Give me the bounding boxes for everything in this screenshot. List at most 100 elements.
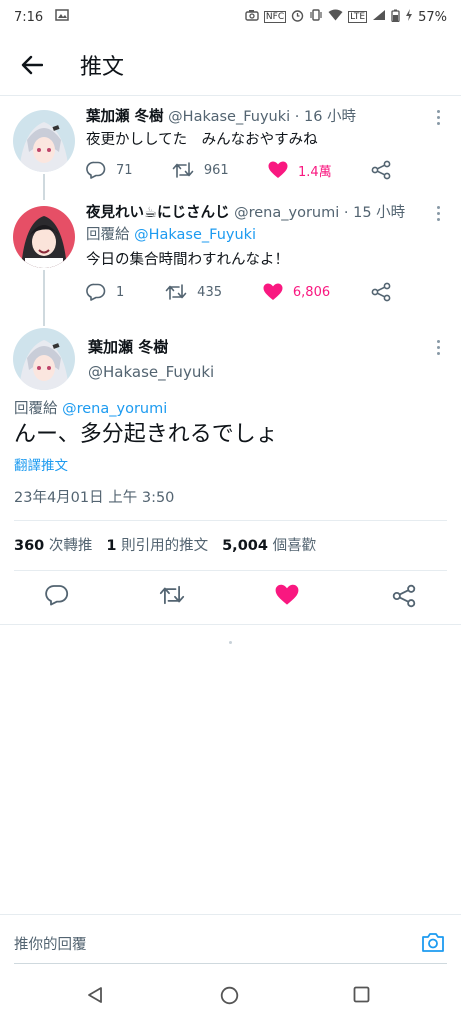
- arrow-left-icon: [21, 55, 43, 74]
- wifi-icon: [328, 9, 343, 25]
- retweet-button[interactable]: 961: [172, 161, 229, 179]
- translate-link[interactable]: 翻譯推文: [14, 454, 68, 474]
- tweet-text: 今日の集合時間わすれんなよ！: [86, 252, 289, 268]
- like-stat-count: 5,004: [222, 538, 268, 554]
- nav-back-button[interactable]: [86, 986, 104, 1008]
- retweet-count: 961: [203, 162, 229, 178]
- loading-indicator: [229, 641, 232, 644]
- tweet-text: んー、多分起きれるでしょ: [14, 422, 278, 447]
- share-button[interactable]: [371, 282, 391, 302]
- retweet-icon: [159, 585, 185, 605]
- reply-count: 1: [116, 284, 125, 300]
- retweet-button[interactable]: [159, 584, 185, 610]
- more-options-icon[interactable]: [437, 340, 441, 355]
- reply-input[interactable]: 推你的回覆: [14, 933, 87, 954]
- retweet-stat-label: 次轉推: [48, 538, 93, 554]
- share-icon: [392, 584, 416, 608]
- triangle-back-icon: [88, 987, 102, 1003]
- reply-composer: 推你的回覆: [0, 914, 461, 968]
- divider: [0, 624, 461, 625]
- thread-tweet-2[interactable]: 夜見れい☕にじさんじ @rena_yorumi · 15 小時 回覆給 @Hak…: [0, 196, 461, 320]
- retweet-stat-count: 360: [14, 538, 45, 554]
- retweet-stat[interactable]: 360 次轉推: [14, 534, 92, 555]
- tweet-time: · 16 小時: [294, 109, 357, 125]
- reply-to-line: 回覆給 @rena_yorumi: [14, 398, 167, 420]
- nav-home-button[interactable]: [220, 986, 239, 1009]
- nfc-icon: NFC: [263, 11, 287, 23]
- retweet-count: 435: [197, 284, 222, 300]
- reply-button[interactable]: 71: [86, 161, 133, 179]
- heart-filled-icon: [275, 584, 299, 605]
- reply-icon: [86, 161, 106, 179]
- tweet-timestamp: 23年4月01日 上午 3:50: [14, 490, 175, 506]
- author-handle: @Hakase_Fuyuki: [168, 109, 291, 125]
- vibrate-icon: [309, 9, 323, 25]
- like-stat[interactable]: 5,004 個喜歡: [222, 534, 316, 555]
- retweet-button[interactable]: 435: [165, 283, 222, 301]
- avatar[interactable]: [13, 206, 75, 268]
- page-title: 推文: [80, 54, 125, 80]
- reply-prefix: 回覆給: [86, 227, 130, 243]
- like-count: 6,806: [292, 284, 331, 300]
- battery-icon: [391, 9, 400, 26]
- avatar[interactable]: [13, 110, 75, 172]
- quote-stat[interactable]: 1 則引用的推文: [106, 534, 208, 555]
- more-options-icon[interactable]: [437, 206, 441, 221]
- author-handle: @rena_yorumi: [234, 205, 340, 221]
- share-button[interactable]: [392, 584, 418, 610]
- author-name[interactable]: 葉加瀬 冬樹: [88, 336, 441, 357]
- reply-mention-link[interactable]: @rena_yorumi: [62, 401, 167, 417]
- like-stat-label: 個喜歡: [272, 538, 317, 554]
- like-button[interactable]: [275, 584, 301, 610]
- camera-button[interactable]: [421, 931, 445, 957]
- retweet-icon: [172, 162, 194, 178]
- reply-button[interactable]: [45, 584, 71, 610]
- reply-mention-link[interactable]: @Hakase_Fuyuki: [134, 227, 256, 243]
- share-icon: [371, 160, 391, 180]
- charging-icon: [405, 9, 413, 25]
- nav-recents-button[interactable]: [353, 986, 370, 1007]
- tweet-stats: 360 次轉推 1 則引用的推文 5,004 個喜歡: [14, 534, 316, 555]
- author-handle: @Hakase_Fuyuki: [88, 363, 215, 381]
- circle-home-icon: [220, 986, 239, 1005]
- tweet-actions: 1 435 6,806: [86, 282, 391, 302]
- reply-input-underline: [14, 963, 447, 964]
- quote-stat-count: 1: [106, 538, 117, 554]
- gallery-icon: [55, 9, 69, 25]
- reply-to-line: 回覆給 @Hakase_Fuyuki: [86, 224, 441, 246]
- more-options-icon[interactable]: [437, 110, 441, 125]
- square-recents-icon: [353, 986, 370, 1003]
- heart-filled-icon: [268, 161, 288, 178]
- clock: 7:16: [14, 9, 44, 25]
- share-button[interactable]: [371, 160, 391, 180]
- avatar[interactable]: [13, 328, 75, 390]
- app-header: 推文: [0, 34, 461, 96]
- reply-icon: [45, 585, 69, 606]
- thread-tweet-1[interactable]: 葉加瀬 冬樹 @Hakase_Fuyuki · 16 小時 夜更かししてた みん…: [0, 96, 461, 196]
- retweet-icon: [165, 284, 187, 300]
- divider: [14, 570, 447, 571]
- reply-count: 71: [116, 162, 133, 178]
- like-button[interactable]: 6,806: [263, 283, 330, 301]
- main-tweet: 葉加瀬 冬樹 @Hakase_Fuyuki: [0, 320, 461, 620]
- reply-prefix: 回覆給: [14, 401, 58, 417]
- quote-stat-label: 則引用的推文: [121, 538, 209, 554]
- share-icon: [371, 282, 391, 302]
- main-tweet-actions: [0, 584, 461, 612]
- volte-icon: LTE: [348, 11, 368, 23]
- author-name[interactable]: 葉加瀬 冬樹: [86, 109, 164, 125]
- reply-icon: [86, 283, 106, 301]
- camera-icon: [422, 933, 444, 952]
- camera-status-icon: [245, 9, 259, 25]
- like-count: 1.4萬: [298, 164, 332, 180]
- like-button[interactable]: 1.4萬: [268, 161, 332, 180]
- tweet-actions: 71 961 1.4萬: [86, 160, 391, 180]
- status-bar: 7:16 NFC LTE 57%: [0, 0, 461, 34]
- tweet-time: · 15 小時: [343, 205, 406, 221]
- divider: [14, 520, 447, 521]
- heart-filled-icon: [263, 283, 283, 300]
- author-name[interactable]: 夜見れい☕にじさんじ: [86, 205, 230, 221]
- back-button[interactable]: [0, 34, 64, 96]
- reply-button[interactable]: 1: [86, 283, 124, 301]
- signal-icon: [372, 9, 386, 25]
